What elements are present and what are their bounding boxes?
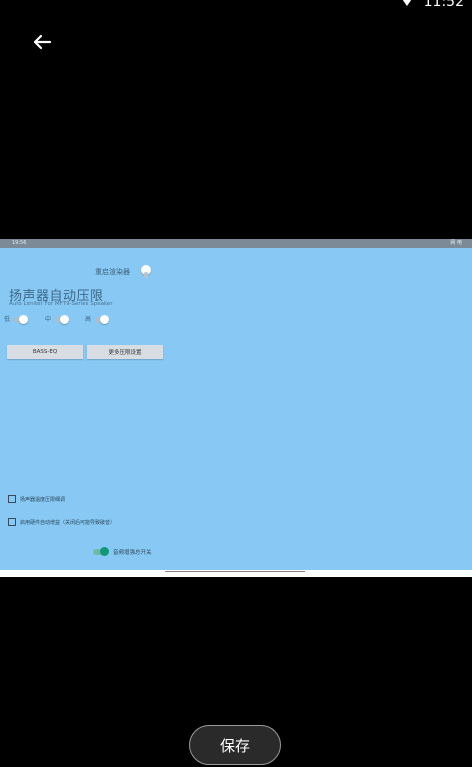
band-low-label: 低	[4, 316, 11, 323]
save-button[interactable]: 保存	[189, 725, 281, 765]
restart-renderer-toggle[interactable]	[141, 265, 151, 278]
preview-status-bar: 19:56 网 电	[0, 239, 472, 248]
band-high-label: 高	[85, 316, 92, 323]
status-time: 11:52	[423, 0, 464, 10]
preview-status-time: 19:56	[12, 240, 27, 246]
hardware-gain-checkbox[interactable]	[8, 518, 16, 526]
band-low-switch[interactable]	[14, 315, 28, 324]
preview-status-icons: 网 电	[450, 240, 462, 246]
band-low: 低	[4, 315, 34, 325]
back-button[interactable]	[28, 28, 56, 56]
bass-eq-button[interactable]: BASS-EQ	[7, 345, 83, 359]
band-mid-label: 中	[45, 316, 52, 323]
checkbox-row-temp[interactable]: 扬声器温度压限细调	[8, 494, 65, 504]
hardware-gain-label: 启用硬件自动增益（关闭后可能导致破音）	[20, 519, 116, 526]
wifi-icon	[400, 0, 414, 6]
band-mid: 中	[45, 315, 75, 325]
temp-tuning-label: 扬声器温度压限细调	[20, 496, 66, 503]
band-mid-switch[interactable]	[55, 315, 69, 324]
master-switch-row[interactable]: 音频增强总开关	[93, 547, 152, 557]
status-bar: 11:52	[0, 0, 472, 14]
screenshot-preview: 19:56 网 电 重启渲染器 扬声器自动压限 Auto Limiter For…	[0, 239, 472, 577]
checkbox-row-gain[interactable]: 启用硬件自动增益（关闭后可能导致破音）	[8, 517, 115, 527]
temp-tuning-checkbox[interactable]	[8, 495, 16, 503]
more-limiter-settings-button[interactable]: 更多压限设置	[87, 345, 163, 359]
preview-home-indicator	[165, 571, 305, 572]
audio-enhance-master-switch[interactable]	[93, 547, 109, 556]
band-high: 高	[85, 315, 115, 325]
arrow-left-icon	[33, 34, 52, 50]
app-subtitle: Auto Limiter For MFT9-Series Speaker	[9, 301, 113, 307]
audio-enhance-master-label: 音频增强总开关	[113, 550, 152, 556]
restart-renderer-label: 重启渲染器	[95, 268, 130, 276]
band-high-switch[interactable]	[95, 315, 109, 324]
